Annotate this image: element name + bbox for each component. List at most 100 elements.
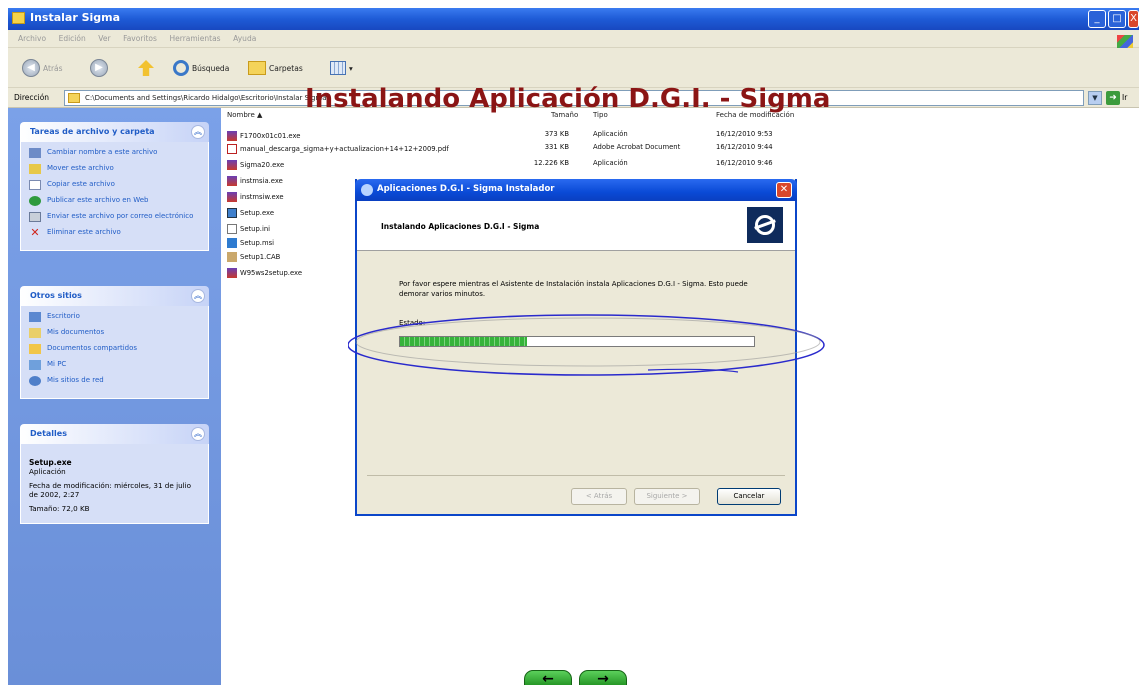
place-label: Documentos compartidos bbox=[47, 344, 138, 352]
minimize-button[interactable]: _ bbox=[1088, 10, 1106, 28]
file-row[interactable]: instmsiw.exe bbox=[227, 191, 284, 202]
other-places-list: Escritorio Mis documentos Documentos com… bbox=[20, 306, 209, 399]
shared-documents-icon bbox=[29, 344, 41, 354]
file-size: 373 KB bbox=[544, 130, 569, 138]
place-network[interactable]: Mis sitios de red bbox=[29, 376, 200, 386]
file-row[interactable]: instmsia.exe bbox=[227, 175, 283, 186]
documents-icon bbox=[29, 328, 41, 338]
address-label: Dirección bbox=[14, 93, 50, 102]
computer-icon bbox=[29, 360, 41, 370]
file-date: 16/12/2010 9:53 bbox=[716, 130, 773, 138]
task-move[interactable]: Mover este archivo bbox=[29, 164, 200, 174]
address-dropdown-button[interactable]: ▼ bbox=[1088, 91, 1102, 105]
banner-text: Instalando Aplicaciones D.G.I - Sigma bbox=[381, 222, 540, 231]
dialog-title: Aplicaciones D.G.I - Sigma Instalador bbox=[377, 184, 555, 194]
file-row[interactable]: manual_descarga_sigma+y+actualizacion+14… bbox=[227, 143, 449, 154]
file-row[interactable]: Setup.msi bbox=[227, 237, 274, 248]
installer-icon bbox=[361, 184, 373, 196]
file-tasks-header[interactable]: Tareas de archivo y carpeta ︽ bbox=[20, 122, 209, 142]
back-arrow-icon: ◀ bbox=[22, 59, 40, 77]
collapse-icon[interactable]: ︽ bbox=[191, 427, 205, 441]
exe-file-icon bbox=[227, 159, 237, 170]
task-label: Eliminar este archivo bbox=[47, 228, 121, 236]
file-date: 16/12/2010 9:44 bbox=[716, 143, 773, 151]
delete-icon: ✕ bbox=[30, 226, 40, 239]
file-name: F1700x01c01.exe bbox=[240, 131, 301, 140]
details-filename: Setup.exe bbox=[29, 458, 72, 467]
details-header[interactable]: Detalles ︽ bbox=[20, 424, 209, 444]
place-label: Mis documentos bbox=[47, 328, 105, 336]
go-label[interactable]: Ir bbox=[1122, 93, 1127, 102]
menu-favoritos[interactable]: Favoritos bbox=[123, 34, 157, 43]
sort-arrow-icon: ▲ bbox=[257, 111, 263, 119]
file-row[interactable]: Setup1.CAB bbox=[227, 251, 280, 262]
details-modified: Fecha de modificación: miércoles, 31 de … bbox=[29, 481, 192, 499]
place-desktop[interactable]: Escritorio bbox=[29, 312, 200, 322]
task-label: Publicar este archivo en Web bbox=[47, 196, 149, 204]
menu-herramientas[interactable]: Herramientas bbox=[169, 34, 220, 43]
menu-edicion[interactable]: Edición bbox=[59, 34, 86, 43]
menu-archivo[interactable]: Archivo bbox=[18, 34, 46, 43]
collapse-icon[interactable]: ︽ bbox=[191, 289, 205, 303]
go-button[interactable]: ➜ bbox=[1106, 91, 1120, 105]
column-header-name[interactable]: Nombre ▲ bbox=[227, 111, 262, 119]
exe-file-icon bbox=[227, 267, 237, 278]
up-folder-button[interactable] bbox=[138, 58, 154, 78]
back-button[interactable]: ◀ Atrás bbox=[22, 58, 63, 78]
dgi-logo-icon bbox=[747, 207, 783, 243]
search-button[interactable]: Búsqueda bbox=[173, 58, 229, 78]
file-row[interactable]: F1700x01c01.exe bbox=[227, 130, 300, 141]
views-button[interactable]: ▾ bbox=[330, 58, 353, 78]
collapse-icon[interactable]: ︽ bbox=[191, 125, 205, 139]
web-icon bbox=[29, 196, 41, 206]
other-places-header[interactable]: Otros sitios ︽ bbox=[20, 286, 209, 306]
menu-ver[interactable]: Ver bbox=[98, 34, 110, 43]
folders-button[interactable]: Carpetas bbox=[248, 58, 303, 78]
task-pane: Tareas de archivo y carpeta ︽ Cambiar no… bbox=[8, 108, 221, 685]
menu-ayuda[interactable]: Ayuda bbox=[233, 34, 256, 43]
file-row[interactable]: Setup.ini bbox=[227, 223, 270, 234]
place-label: Escritorio bbox=[47, 312, 80, 320]
task-delete[interactable]: ✕ Eliminar este archivo bbox=[29, 226, 200, 239]
forward-button[interactable]: ▶ bbox=[90, 58, 108, 78]
task-publish[interactable]: Publicar este archivo en Web bbox=[29, 196, 200, 206]
toolbar: ◀ Atrás ▶ Búsqueda Carpetas ▾ bbox=[8, 48, 1139, 88]
task-copy[interactable]: Copiar este archivo bbox=[29, 180, 200, 190]
page-title: Instalando Aplicación D.G.I. - Sigma bbox=[305, 84, 831, 114]
cancel-button[interactable]: Cancelar bbox=[717, 488, 781, 505]
folders-label: Carpetas bbox=[269, 63, 303, 73]
place-documents[interactable]: Mis documentos bbox=[29, 328, 200, 338]
task-email[interactable]: Enviar este archivo por correo electróni… bbox=[29, 212, 200, 222]
close-button[interactable]: X bbox=[1128, 10, 1139, 28]
move-icon bbox=[29, 164, 41, 174]
pdf-file-icon bbox=[227, 143, 237, 154]
file-size: 12.226 KB bbox=[533, 159, 569, 167]
file-tasks-list: Cambiar nombre a este archivo Mover este… bbox=[20, 142, 209, 251]
place-label: Mis sitios de red bbox=[47, 376, 104, 384]
back-label: Atrás bbox=[43, 63, 63, 73]
forward-arrow-icon: ▶ bbox=[90, 59, 108, 77]
file-row[interactable]: W95ws2setup.exe bbox=[227, 267, 302, 278]
details-size: Tamaño: 72,0 KB bbox=[29, 504, 90, 513]
annotation-ring-shadow bbox=[355, 317, 821, 367]
file-name: Setup.exe bbox=[240, 208, 275, 217]
previous-button[interactable]: ← bbox=[524, 670, 572, 685]
maximize-button[interactable]: □ bbox=[1108, 10, 1126, 28]
back-button-disabled[interactable]: < Atrás bbox=[571, 488, 627, 505]
place-shared[interactable]: Documentos compartidos bbox=[29, 344, 200, 354]
file-row-selected[interactable]: Setup.exe bbox=[227, 207, 274, 218]
dialog-divider bbox=[367, 475, 785, 476]
dialog-close-button[interactable]: ✕ bbox=[776, 182, 792, 198]
exe-file-icon bbox=[227, 130, 237, 141]
file-row[interactable]: Sigma20.exe bbox=[227, 159, 284, 170]
network-icon bbox=[29, 376, 41, 386]
ini-file-icon bbox=[227, 223, 237, 234]
next-button[interactable]: → bbox=[579, 670, 627, 685]
cab-file-icon bbox=[227, 251, 237, 262]
menu-bar: Archivo Edición Ver Favoritos Herramient… bbox=[8, 30, 1139, 50]
task-rename[interactable]: Cambiar nombre a este archivo bbox=[29, 148, 200, 158]
place-pc[interactable]: Mi PC bbox=[29, 360, 200, 370]
next-button-disabled[interactable]: Siguiente > bbox=[634, 488, 700, 505]
copy-icon bbox=[29, 180, 41, 190]
details-type: Aplicación bbox=[29, 467, 66, 476]
